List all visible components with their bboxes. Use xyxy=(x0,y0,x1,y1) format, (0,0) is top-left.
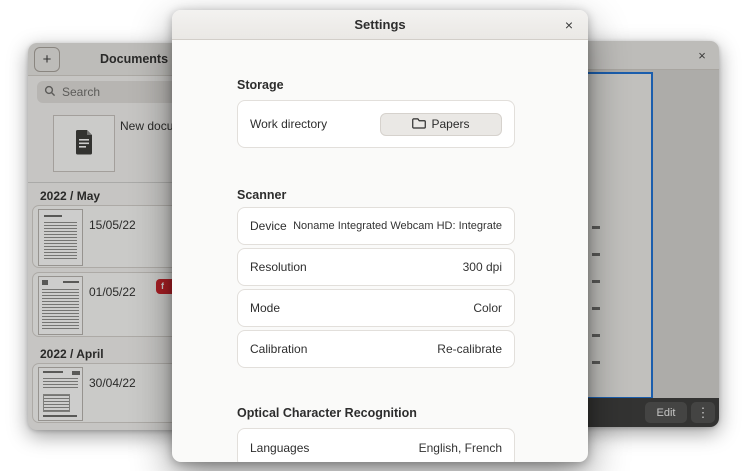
ocr-languages-row[interactable]: Languages English, French xyxy=(237,428,515,462)
section-header-ocr: Optical Character Recognition xyxy=(237,406,417,420)
row-value: Color xyxy=(473,301,502,315)
row-label: Calibration xyxy=(250,342,307,356)
work-directory-button[interactable]: Papers xyxy=(380,113,502,136)
section-header-storage: Storage xyxy=(237,78,284,92)
work-directory-row: Work directory Papers xyxy=(237,100,515,148)
row-value: 300 dpi xyxy=(463,260,502,274)
folder-icon xyxy=(412,117,426,132)
work-directory-label: Work directory xyxy=(250,117,327,131)
row-label: Resolution xyxy=(250,260,307,274)
settings-headerbar: Settings × xyxy=(172,10,588,40)
scanner-device-row[interactable]: Device Noname Integrated Webcam HD: Inte… xyxy=(237,207,515,245)
scanner-calibration-row[interactable]: Calibration Re-calibrate xyxy=(237,330,515,368)
scanner-mode-row[interactable]: Mode Color xyxy=(237,289,515,327)
close-icon[interactable]: × xyxy=(560,16,578,34)
settings-dialog: Settings × Storage Work directory Papers… xyxy=(172,10,588,462)
row-label: Mode xyxy=(250,301,280,315)
row-label: Languages xyxy=(250,441,309,455)
scanner-resolution-row[interactable]: Resolution 300 dpi xyxy=(237,248,515,286)
row-value: English, French xyxy=(419,441,502,455)
work-directory-button-label: Papers xyxy=(431,117,469,131)
row-label: Device xyxy=(250,219,287,233)
row-value: Noname Integrated Webcam HD: Integrate xyxy=(293,220,502,232)
row-value: Re-calibrate xyxy=(437,342,502,356)
settings-dialog-title: Settings xyxy=(172,10,588,40)
section-header-scanner: Scanner xyxy=(237,188,286,202)
